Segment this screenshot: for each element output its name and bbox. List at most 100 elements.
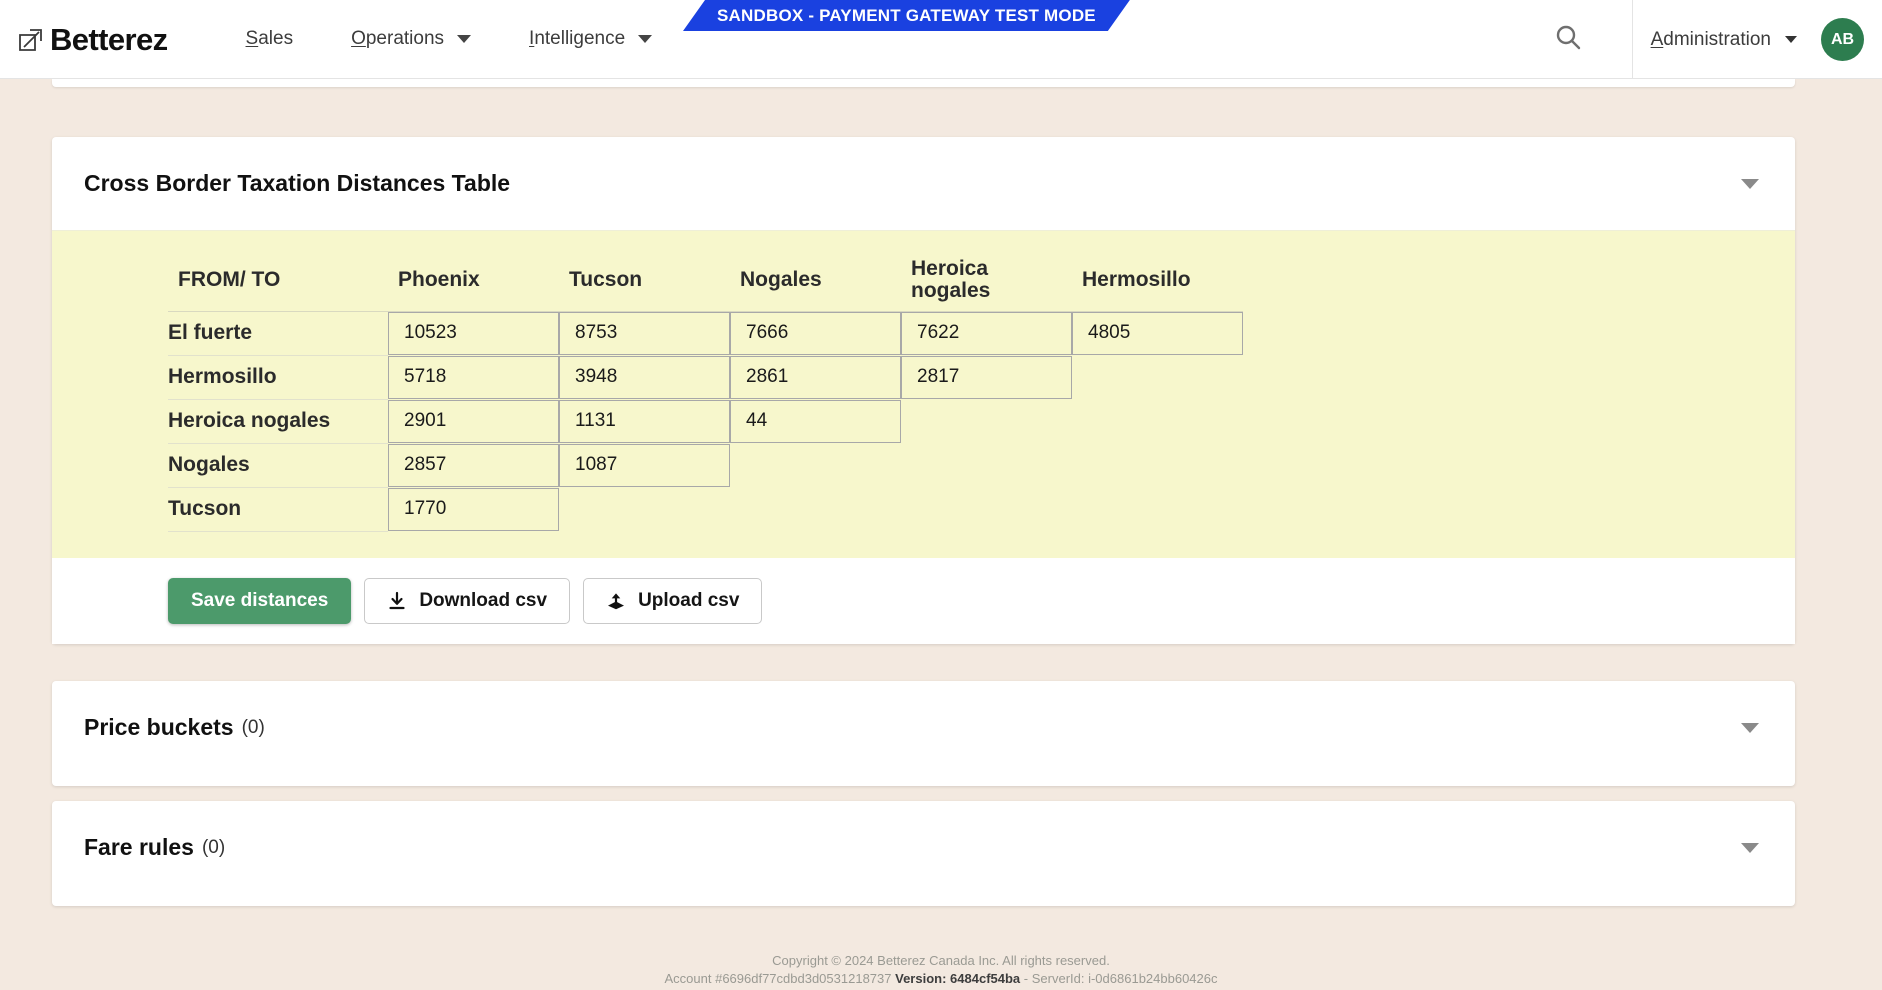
row-header-nogales: Nogales bbox=[168, 443, 388, 488]
price-buckets-card: Price buckets (0) bbox=[52, 681, 1795, 786]
col-header-hermosillo: Hermosillo bbox=[1072, 249, 1243, 312]
save-distances-button[interactable]: Save distances bbox=[168, 577, 352, 624]
table-cell bbox=[1072, 355, 1243, 399]
table-row: Tucson 1770 bbox=[168, 487, 1243, 532]
page-content: Cross Border Taxation Distances Table FR… bbox=[0, 79, 1882, 990]
nav-item-operations[interactable]: Operations bbox=[351, 28, 472, 50]
fare-rules-header[interactable]: Fare rules (0) bbox=[52, 801, 1795, 894]
empty-cell bbox=[901, 400, 1072, 443]
col-header-tucson: Tucson bbox=[559, 249, 730, 312]
app-root: Betterez Sales Operations Intelligence A… bbox=[0, 0, 1882, 990]
table-cell: 7666 bbox=[730, 311, 901, 355]
empty-cell bbox=[730, 488, 901, 531]
distance-input[interactable]: 1087 bbox=[559, 443, 730, 487]
table-cell: 1087 bbox=[559, 443, 730, 487]
table-cell: 1131 bbox=[559, 399, 730, 443]
footer-account: Account #6696df77cdbd3d0531218737 bbox=[664, 971, 892, 986]
row-header-hermosillo: Hermosillo bbox=[168, 355, 388, 400]
table-cell bbox=[901, 399, 1072, 443]
table-row: Hermosillo 5718 3948 2861 2817 bbox=[168, 355, 1243, 400]
distance-input[interactable]: 8753 bbox=[559, 311, 730, 355]
distance-input[interactable]: 44 bbox=[730, 399, 901, 443]
chevron-down-icon bbox=[638, 35, 653, 43]
upload-csv-label: Upload csv bbox=[638, 589, 740, 611]
nav-label-operations: perations bbox=[365, 28, 445, 49]
main-nav: Sales Operations Intelligence bbox=[246, 28, 653, 50]
search-icon bbox=[1553, 22, 1583, 57]
download-csv-button[interactable]: Download csv bbox=[364, 577, 571, 624]
empty-cell bbox=[901, 488, 1072, 531]
chevron-down-icon bbox=[457, 35, 472, 43]
header-divider bbox=[1631, 0, 1633, 79]
empty-cell bbox=[730, 444, 901, 487]
distance-input[interactable]: 2857 bbox=[388, 443, 559, 487]
col-header-nogales: Nogales bbox=[730, 249, 901, 312]
chevron-down-icon[interactable] bbox=[1741, 842, 1759, 853]
empty-cell bbox=[559, 488, 730, 531]
table-cell: 8753 bbox=[559, 311, 730, 355]
upload-icon bbox=[606, 591, 626, 611]
distances-table-region: FROM/ TO Phoenix Tucson Nogales Heroica … bbox=[52, 230, 1795, 558]
table-cell bbox=[901, 443, 1072, 487]
distance-input[interactable]: 2901 bbox=[388, 399, 559, 443]
distance-input[interactable]: 7622 bbox=[901, 311, 1072, 355]
table-cell bbox=[730, 443, 901, 487]
row-header-heroica-nogales: Heroica nogales bbox=[168, 399, 388, 444]
administration-menu[interactable]: Administration bbox=[1651, 29, 1797, 51]
brand-logo[interactable]: Betterez bbox=[18, 24, 168, 55]
table-cell bbox=[1072, 399, 1243, 443]
download-csv-label: Download csv bbox=[419, 589, 548, 611]
chevron-down-icon[interactable] bbox=[1741, 178, 1759, 189]
col-header-heroica-nogales: Heroica nogales bbox=[901, 249, 1072, 312]
table-row: Nogales 2857 1087 bbox=[168, 443, 1243, 488]
empty-cell bbox=[1072, 356, 1243, 399]
distance-input[interactable]: 4805 bbox=[1072, 311, 1243, 355]
footer-copyright: Copyright © 2024 Betterez Canada Inc. Al… bbox=[772, 953, 1110, 968]
table-cell: 2857 bbox=[388, 443, 559, 487]
fare-rules-count: (0) bbox=[201, 836, 226, 858]
distances-table-body: El fuerte 10523 8753 7666 7622 4805 Hermosillo… bbox=[168, 311, 1243, 532]
upload-csv-button[interactable]: Upload csv bbox=[583, 577, 763, 624]
empty-cell bbox=[1072, 400, 1243, 443]
table-cell: 1770 bbox=[388, 487, 559, 531]
nav-item-sales[interactable]: Sales bbox=[246, 28, 294, 50]
table-cell: 5718 bbox=[388, 355, 559, 399]
table-row: El fuerte 10523 8753 7666 7622 4805 bbox=[168, 311, 1243, 356]
price-buckets-title: Price buckets bbox=[84, 714, 234, 740]
table-row: Heroica nogales 2901 1131 44 bbox=[168, 399, 1243, 444]
distance-input[interactable]: 2861 bbox=[730, 355, 901, 399]
table-cell: 4805 bbox=[1072, 311, 1243, 355]
nav-label-sales: ales bbox=[258, 28, 294, 49]
distance-input[interactable]: 10523 bbox=[388, 311, 559, 355]
distances-card-header[interactable]: Cross Border Taxation Distances Table bbox=[52, 137, 1795, 230]
page-title: Cross Border Taxation Distances Table bbox=[84, 170, 511, 196]
distances-actions: Save distances Download csv Upload csv bbox=[52, 557, 1795, 644]
distance-input[interactable]: 1131 bbox=[559, 399, 730, 443]
price-buckets-header[interactable]: Price buckets (0) bbox=[52, 681, 1795, 774]
nav-label-intelligence: ntelligence bbox=[534, 28, 626, 49]
footer-server: - ServerId: i-0d6861b24bb60426c bbox=[1023, 971, 1218, 986]
empty-cell bbox=[1072, 444, 1243, 487]
table-cell bbox=[901, 487, 1072, 531]
distance-input[interactable]: 2817 bbox=[901, 355, 1072, 399]
table-cell: 7622 bbox=[901, 311, 1072, 355]
table-cell bbox=[1072, 443, 1243, 487]
search-button[interactable] bbox=[1538, 0, 1598, 79]
administration-label: dministration bbox=[1663, 28, 1771, 50]
avatar[interactable]: AB bbox=[1821, 18, 1864, 61]
distance-input[interactable]: 1770 bbox=[388, 487, 559, 531]
table-header-row: FROM/ TO Phoenix Tucson Nogales Heroica … bbox=[168, 249, 1243, 312]
fare-rules-card: Fare rules (0) bbox=[52, 801, 1795, 906]
distance-input[interactable]: 7666 bbox=[730, 311, 901, 355]
distance-input[interactable]: 5718 bbox=[388, 355, 559, 399]
footer-build-info: Account #6696df77cdbd3d0531218737 Versio… bbox=[0, 970, 1882, 988]
arrow-up-right-square-logo-icon bbox=[18, 26, 44, 52]
cross-border-distances-card: Cross Border Taxation Distances Table FR… bbox=[52, 137, 1795, 644]
chevron-down-icon[interactable] bbox=[1741, 722, 1759, 733]
save-distances-label: Save distances bbox=[191, 589, 329, 611]
distance-input[interactable]: 3948 bbox=[559, 355, 730, 399]
nav-item-intelligence[interactable]: Intelligence bbox=[529, 28, 653, 50]
fare-rules-title: Fare rules bbox=[84, 834, 194, 860]
page-footer: Copyright © 2024 Betterez Canada Inc. Al… bbox=[0, 952, 1882, 990]
table-cell bbox=[559, 487, 730, 531]
